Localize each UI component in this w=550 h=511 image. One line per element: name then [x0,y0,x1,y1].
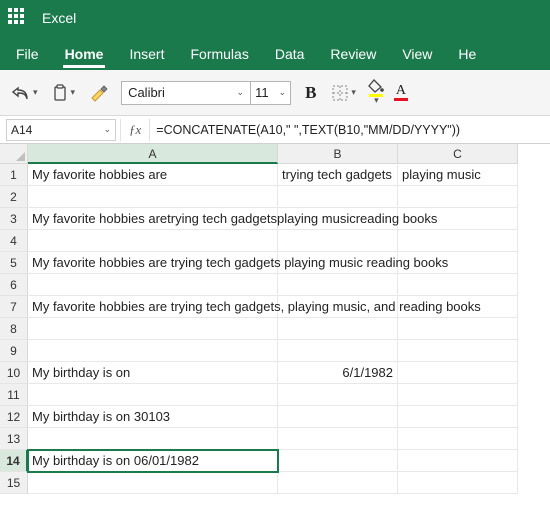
cell-B10[interactable]: 6/1/1982 [278,362,398,384]
font-name-select[interactable]: Calibri ⌄ [121,81,251,105]
tab-home[interactable]: Home [63,40,106,70]
format-painter-button[interactable] [87,82,111,104]
font-selector: Calibri ⌄ 11 ⌄ [121,81,291,105]
row-header[interactable]: 2 [0,186,28,208]
select-all-corner[interactable] [0,144,28,164]
cell-A13[interactable] [28,428,278,450]
chevron-down-icon: ▾ [351,87,356,98]
font-color-icon: A [396,85,406,97]
row-header[interactable]: 6 [0,274,28,296]
formula-input[interactable]: =CONCATENATE(A10," ",TEXT(B10,"MM/DD/YYY… [150,119,550,141]
cell-C9[interactable] [398,340,518,362]
app-launcher-icon[interactable] [8,8,28,28]
formula-bar: A14 ⌄ ƒx =CONCATENATE(A10," ",TEXT(B10,"… [0,116,550,144]
row-header[interactable]: 1 [0,164,28,186]
undo-button[interactable]: ▾ [10,83,40,103]
col-header-c[interactable]: C [398,144,518,164]
cell-B12[interactable] [278,406,398,428]
cell-A3[interactable]: My favorite hobbies aretrying tech gadge… [28,208,278,230]
font-size-value: 11 [255,85,269,100]
chevron-down-icon: ⌄ [103,124,111,135]
chevron-down-icon: ⌄ [279,87,287,98]
cell-B14[interactable] [278,450,398,472]
font-name-value: Calibri [128,85,165,100]
row-header[interactable]: 12 [0,406,28,428]
cell-B1[interactable]: trying tech gadgets [278,164,398,186]
cell-B8[interactable] [278,318,398,340]
cell-C12[interactable] [398,406,518,428]
cell-A10[interactable]: My birthday is on [28,362,278,384]
title-bar: Excel [0,0,550,36]
row-header[interactable]: 14 [0,450,28,472]
chevron-down-icon: ▾ [374,95,379,106]
font-color-button[interactable]: A [394,85,408,101]
borders-button[interactable]: ▾ [330,83,358,103]
cell-B11[interactable] [278,384,398,406]
cell-A15[interactable] [28,472,278,494]
cell-C13[interactable] [398,428,518,450]
fill-color-button[interactable]: ▾ [368,79,384,106]
cell-B6[interactable] [278,274,398,296]
cell-A11[interactable] [28,384,278,406]
cell-A6[interactable] [28,274,278,296]
chevron-down-icon: ▾ [33,87,38,98]
row-header[interactable]: 3 [0,208,28,230]
col-header-b[interactable]: B [278,144,398,164]
cell-B9[interactable] [278,340,398,362]
cell-A14[interactable]: My birthday is on 06/01/1982 [28,450,278,472]
paint-bucket-icon [368,79,384,93]
cell-C8[interactable] [398,318,518,340]
font-size-select[interactable]: 11 ⌄ [251,81,291,105]
row-header[interactable]: 11 [0,384,28,406]
cell-B13[interactable] [278,428,398,450]
cell-C6[interactable] [398,274,518,296]
cell-C4[interactable] [398,230,518,252]
tab-help[interactable]: He [456,40,478,70]
app-title: Excel [42,10,76,26]
name-box[interactable]: A14 ⌄ [6,119,116,141]
tab-data[interactable]: Data [273,40,307,70]
bold-button[interactable]: B [301,83,320,103]
cell-A8[interactable] [28,318,278,340]
tab-formulas[interactable]: Formulas [188,40,250,70]
chevron-down-icon: ⌄ [237,87,245,98]
cell-C2[interactable] [398,186,518,208]
name-box-value: A14 [11,123,32,137]
chevron-down-icon: ▾ [71,87,76,98]
cell-C10[interactable] [398,362,518,384]
cell-B2[interactable] [278,186,398,208]
row-header[interactable]: 8 [0,318,28,340]
cell-A2[interactable] [28,186,278,208]
cell-B15[interactable] [278,472,398,494]
ribbon-tabs: File Home Insert Formulas Data Review Vi… [0,36,550,70]
cell-A7[interactable]: My favorite hobbies are trying tech gadg… [28,296,278,318]
row-header[interactable]: 4 [0,230,28,252]
cell-C11[interactable] [398,384,518,406]
row-header[interactable]: 7 [0,296,28,318]
toolbar: ▾ ▾ Calibri ⌄ 11 ⌄ B ▾ ▾ A [0,70,550,116]
tab-review[interactable]: Review [328,40,378,70]
row-header[interactable]: 10 [0,362,28,384]
cell-B4[interactable] [278,230,398,252]
tab-file[interactable]: File [14,40,41,70]
clipboard-button[interactable]: ▾ [50,82,78,104]
col-header-a[interactable]: A [28,144,278,164]
row-header[interactable]: 9 [0,340,28,362]
cell-A12[interactable]: My birthday is on 30103 [28,406,278,428]
cell-A5[interactable]: My favorite hobbies are trying tech gadg… [28,252,278,274]
row-header[interactable]: 13 [0,428,28,450]
tab-view[interactable]: View [400,40,434,70]
tab-insert[interactable]: Insert [127,40,166,70]
fx-icon[interactable]: ƒx [120,119,150,141]
cell-C14[interactable] [398,450,518,472]
cell-C1[interactable]: playing music [398,164,518,186]
cell-A1[interactable]: My favorite hobbies are [28,164,278,186]
spreadsheet-grid: A B C [0,144,550,164]
row-header[interactable]: 5 [0,252,28,274]
cell-C15[interactable] [398,472,518,494]
cell-A9[interactable] [28,340,278,362]
row-header[interactable]: 15 [0,472,28,494]
cell-A4[interactable] [28,230,278,252]
